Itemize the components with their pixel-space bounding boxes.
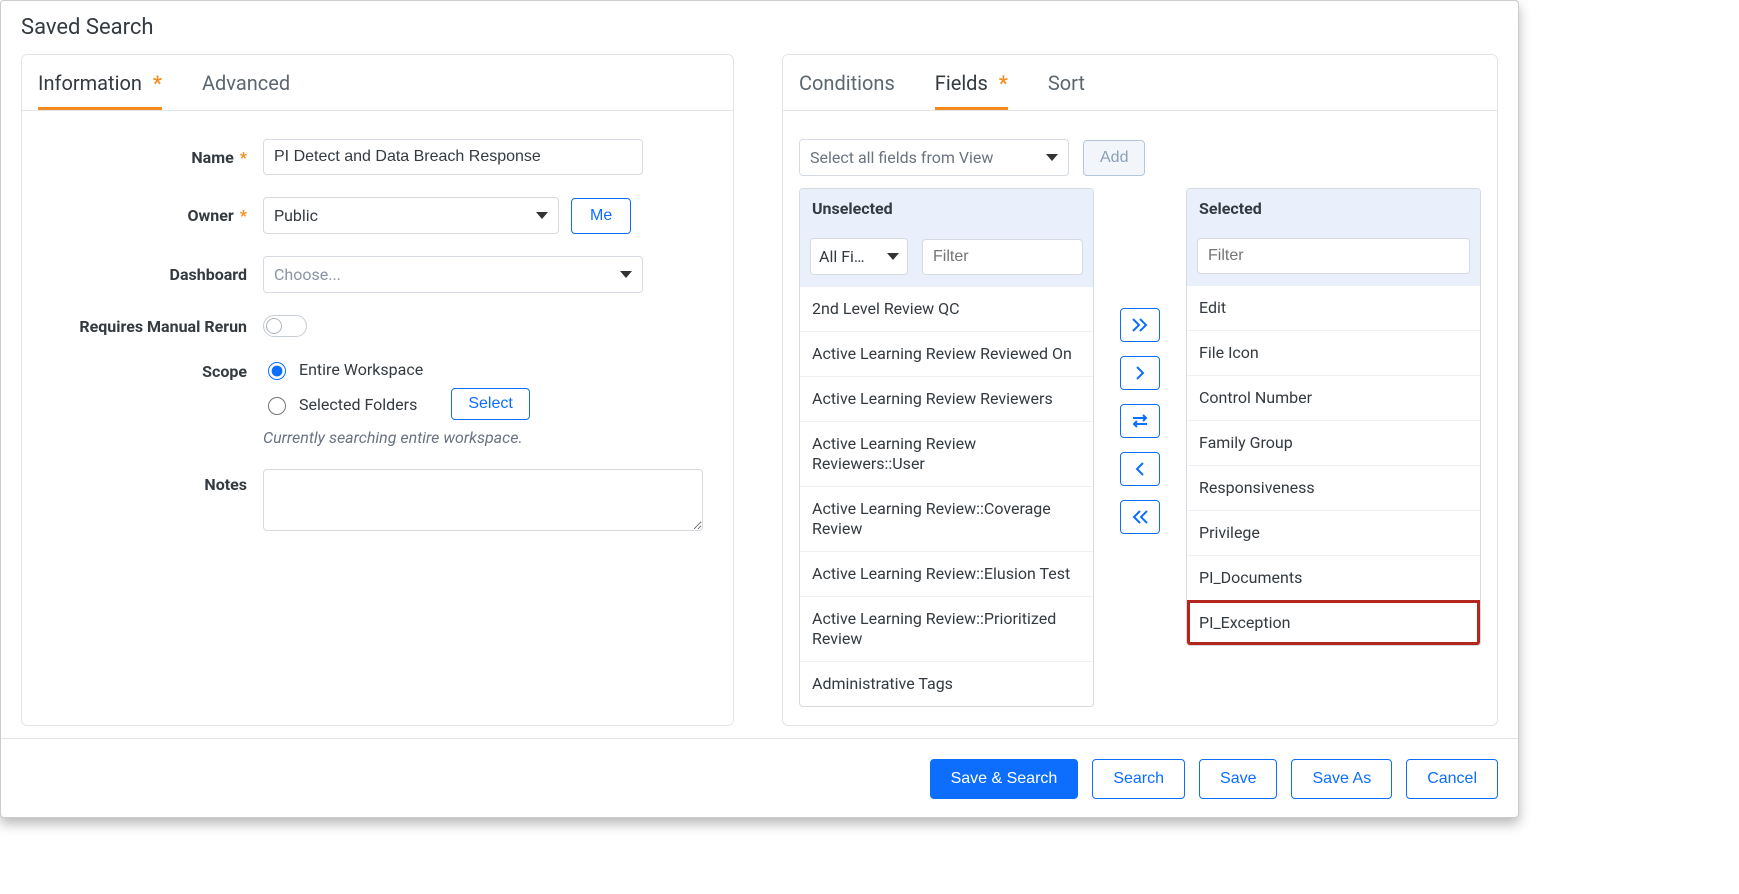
unselected-filter-input[interactable] <box>922 239 1083 275</box>
list-item[interactable]: PI_Documents <box>1187 555 1480 600</box>
list-item[interactable]: Active Learning Review Reviewed On <box>800 331 1093 376</box>
tab-advanced-label: Advanced <box>202 71 290 95</box>
scope-hint: Currently searching entire workspace. <box>263 428 717 447</box>
pane-right: Conditions Fields * Sort Select all fiel… <box>782 54 1498 726</box>
label-name-text: Name <box>191 148 233 167</box>
list-item[interactable]: Active Learning Review Reviewers <box>800 376 1093 421</box>
list-item[interactable]: Responsiveness <box>1187 465 1480 510</box>
label-owner: Owner * <box>38 206 263 225</box>
list-item[interactable]: Family Group <box>1187 420 1480 465</box>
unselected-column: Unselected All Fi… 2nd Level Review QCAc… <box>799 188 1094 707</box>
list-item[interactable]: Active Learning Review Reviewers::User <box>800 421 1093 486</box>
move-left-button[interactable] <box>1120 452 1160 486</box>
add-button[interactable]: Add <box>1083 140 1145 176</box>
label-owner-text: Owner <box>187 206 233 225</box>
list-item[interactable]: Active Learning Review::Elusion Test <box>800 551 1093 596</box>
label-name: Name * <box>38 148 263 167</box>
owner-select[interactable]: Public <box>263 197 559 234</box>
save-as-button[interactable]: Save As <box>1291 759 1392 799</box>
save-button[interactable]: Save <box>1199 759 1277 799</box>
chevron-down-icon <box>887 253 899 260</box>
scope-radio-selected[interactable] <box>268 397 286 415</box>
chevron-down-icon <box>536 212 548 219</box>
mover-buttons <box>1120 308 1160 534</box>
selected-list[interactable]: EditFile IconControl NumberFamily GroupR… <box>1187 286 1480 645</box>
saved-search-window: Saved Search Information * Advanced Name… <box>0 0 1519 818</box>
search-button[interactable]: Search <box>1092 759 1185 799</box>
me-button[interactable]: Me <box>571 198 631 234</box>
cancel-button[interactable]: Cancel <box>1406 759 1498 799</box>
dashboard-select-placeholder: Choose... <box>274 265 341 284</box>
toggle-knob <box>266 318 282 334</box>
list-item[interactable]: PI_Exception <box>1187 600 1480 645</box>
tab-fields[interactable]: Fields * <box>935 71 1008 110</box>
label-scope: Scope <box>38 359 263 381</box>
unselected-filter-select-value: All Fi… <box>819 247 865 266</box>
required-indicator: * <box>240 148 247 167</box>
name-input[interactable] <box>263 139 643 175</box>
selected-header: Selected <box>1187 189 1480 228</box>
view-select-placeholder: Select all fields from View <box>810 148 993 167</box>
requires-rerun-toggle[interactable] <box>263 315 307 337</box>
tab-sort[interactable]: Sort <box>1048 71 1085 110</box>
scope-radio-entire-label: Entire Workspace <box>299 360 423 379</box>
select-folders-button[interactable]: Select <box>451 388 529 420</box>
chevron-down-icon <box>1046 154 1058 161</box>
view-select[interactable]: Select all fields from View <box>799 139 1069 176</box>
label-dashboard: Dashboard <box>38 265 263 284</box>
footer-actions: Save & Search Search Save Save As Cancel <box>1 738 1518 817</box>
unselected-header: Unselected <box>800 189 1093 228</box>
list-item[interactable]: Edit <box>1187 286 1480 330</box>
list-item[interactable]: Administrative Tags <box>800 661 1093 706</box>
move-right-button[interactable] <box>1120 356 1160 390</box>
left-tabs: Information * Advanced <box>22 55 733 111</box>
list-item[interactable]: Privilege <box>1187 510 1480 555</box>
tab-advanced[interactable]: Advanced <box>202 71 290 110</box>
pane-left: Information * Advanced Name * <box>21 54 734 726</box>
label-notes: Notes <box>38 469 263 494</box>
scope-radio-selected-label: Selected Folders <box>299 395 417 414</box>
unselected-list[interactable]: 2nd Level Review QCActive Learning Revie… <box>800 287 1093 706</box>
tab-conditions[interactable]: Conditions <box>799 71 895 110</box>
required-indicator: * <box>240 206 247 225</box>
tab-information-label: Information <box>38 71 142 95</box>
content-columns: Information * Advanced Name * <box>1 54 1518 738</box>
save-and-search-button[interactable]: Save & Search <box>930 759 1079 799</box>
scope-radio-entire[interactable] <box>268 362 286 380</box>
list-item[interactable]: Control Number <box>1187 375 1480 420</box>
swap-button[interactable] <box>1120 404 1160 438</box>
list-item[interactable]: 2nd Level Review QC <box>800 287 1093 331</box>
chevron-down-icon <box>620 271 632 278</box>
right-tab-body: Select all fields from View Add Unselect… <box>783 111 1497 725</box>
page-title: Saved Search <box>1 1 1518 54</box>
selected-column: Selected EditFile IconControl NumberFami… <box>1186 188 1481 646</box>
list-item[interactable]: Active Learning Review::Coverage Review <box>800 486 1093 551</box>
label-requires-rerun: Requires Manual Rerun <box>38 317 263 336</box>
move-all-right-button[interactable] <box>1120 308 1160 342</box>
move-all-left-button[interactable] <box>1120 500 1160 534</box>
unselected-filter-select[interactable]: All Fi… <box>810 238 908 275</box>
tab-fields-label: Fields <box>935 71 988 95</box>
required-indicator: * <box>153 71 162 95</box>
right-tabs: Conditions Fields * Sort <box>783 55 1497 111</box>
selected-filter-input[interactable] <box>1197 238 1470 274</box>
required-indicator: * <box>999 71 1008 95</box>
tab-information[interactable]: Information * <box>38 71 162 110</box>
left-tab-body: Name * Owner * Public Me <box>22 111 733 571</box>
dashboard-select[interactable]: Choose... <box>263 256 643 293</box>
owner-select-value: Public <box>274 206 318 225</box>
list-item[interactable]: Active Learning Review::Prioritized Revi… <box>800 596 1093 661</box>
notes-textarea[interactable] <box>263 469 703 531</box>
list-item[interactable]: File Icon <box>1187 330 1480 375</box>
